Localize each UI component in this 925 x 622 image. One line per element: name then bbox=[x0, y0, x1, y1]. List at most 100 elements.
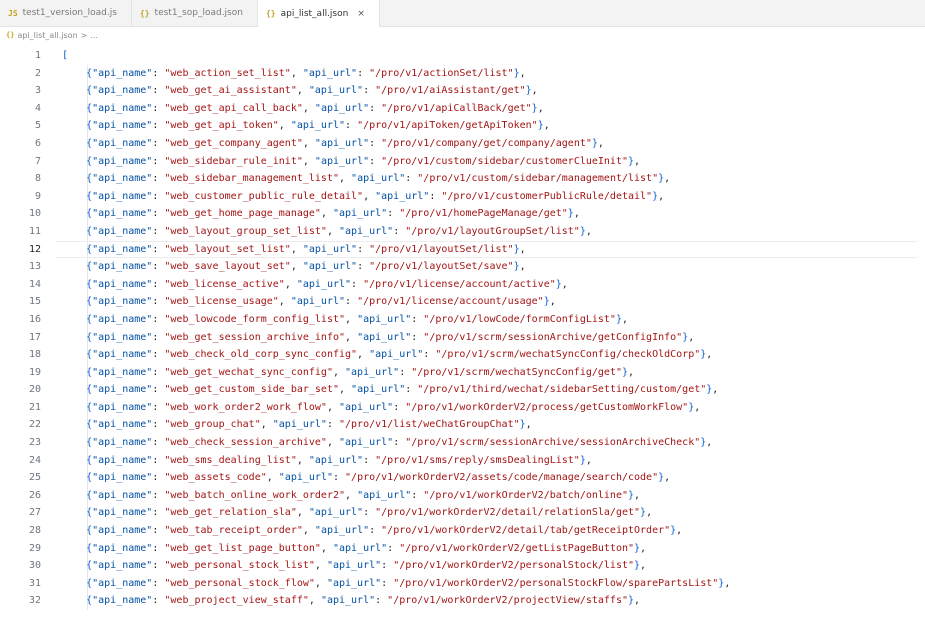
line-number: 13 bbox=[28, 261, 41, 273]
line-content: {"api_name": "web_sidebar_rule_init", "a… bbox=[41, 153, 925, 171]
comma: , bbox=[314, 577, 327, 589]
code-line[interactable]: 7 {"api_name": "web_sidebar_rule_init", … bbox=[0, 153, 925, 171]
code-line[interactable]: 20 {"api_name": "web_get_custom_side_bar… bbox=[0, 381, 925, 399]
colon: : bbox=[152, 137, 165, 149]
api-name-value: "web_license_usage" bbox=[164, 296, 279, 308]
line-number: 28 bbox=[28, 525, 41, 537]
breadcrumb-file[interactable]: api_list_all.json bbox=[17, 31, 77, 40]
line-number: 22 bbox=[28, 419, 41, 431]
api-url-value: "/pro/v1/custom/sidebar/customerClueInit… bbox=[381, 155, 628, 167]
line-content: {"api_name": "web_batch_online_work_orde… bbox=[41, 487, 925, 505]
code-line[interactable]: 8 {"api_name": "web_sidebar_management_l… bbox=[0, 170, 925, 188]
colon: : bbox=[152, 507, 165, 519]
code-line[interactable]: 4 {"api_name": "web_get_api_call_back", … bbox=[0, 100, 925, 118]
line-number: 17 bbox=[28, 331, 41, 343]
colon: : bbox=[152, 243, 165, 255]
colon: : bbox=[152, 85, 165, 97]
colon: : bbox=[152, 472, 165, 484]
code-line[interactable]: 15 {"api_name": "web_license_usage", "ap… bbox=[0, 293, 925, 311]
colon: : bbox=[357, 243, 370, 255]
colon: : bbox=[423, 349, 436, 361]
comma: , bbox=[332, 366, 346, 378]
code-line[interactable]: 31 {"api_name": "web_personal_stock_flow… bbox=[0, 575, 925, 593]
colon: : bbox=[405, 173, 418, 185]
code-line[interactable]: 23 {"api_name": "web_check_session_archi… bbox=[0, 434, 925, 452]
code-line[interactable]: 27 {"api_name": "web_get_relation_sla", … bbox=[0, 504, 925, 522]
code-line[interactable]: 2 {"api_name": "web_action_set_list", "a… bbox=[0, 65, 925, 83]
line-number: 24 bbox=[28, 454, 41, 466]
comma: , bbox=[543, 120, 550, 132]
breadcrumb-ellipsis[interactable]: ... bbox=[90, 31, 98, 40]
colon: : bbox=[369, 102, 382, 114]
code-line[interactable]: 30 {"api_name": "web_personal_stock_list… bbox=[0, 557, 925, 575]
code-line[interactable]: 28 {"api_name": "web_tab_receipt_order",… bbox=[0, 522, 925, 540]
comma: , bbox=[525, 419, 532, 431]
line-content: {"api_name": "web_customer_public_rule_d… bbox=[41, 188, 925, 206]
code-line[interactable]: 13 {"api_name": "web_save_layout_set", "… bbox=[0, 258, 925, 276]
comma: , bbox=[266, 472, 279, 484]
colon: : bbox=[152, 296, 165, 308]
code-line[interactable]: 25 {"api_name": "web_assets_code", "api_… bbox=[0, 469, 925, 487]
tab-label: api_list_all.json bbox=[280, 8, 349, 19]
line-content: {"api_name": "web_layout_group_set_list"… bbox=[41, 223, 925, 241]
json-key: "api_url" bbox=[339, 225, 394, 237]
colon: : bbox=[369, 525, 382, 537]
comma: , bbox=[706, 437, 713, 449]
comma: , bbox=[712, 384, 719, 396]
colon: : bbox=[411, 331, 424, 343]
code-line[interactable]: 19 {"api_name": "web_get_wechat_sync_con… bbox=[0, 364, 925, 382]
close-icon[interactable]: × bbox=[357, 9, 365, 19]
api-name-value: "web_sidebar_rule_init" bbox=[164, 155, 303, 167]
json-key: "api_name" bbox=[92, 261, 153, 273]
code-line[interactable]: 6 {"api_name": "web_get_company_agent", … bbox=[0, 135, 925, 153]
code-line[interactable]: 17 {"api_name": "web_get_session_archive… bbox=[0, 329, 925, 347]
code-line[interactable]: 11 {"api_name": "web_layout_group_set_li… bbox=[0, 223, 925, 241]
json-key: "api_name" bbox=[92, 313, 153, 325]
code-line[interactable]: 10 {"api_name": "web_get_home_page_manag… bbox=[0, 205, 925, 223]
colon: : bbox=[152, 208, 165, 220]
code-line[interactable]: 26 {"api_name": "web_batch_online_work_o… bbox=[0, 487, 925, 505]
json-key: "api_name" bbox=[92, 155, 153, 167]
comma: , bbox=[278, 296, 291, 308]
api-url-value: "/pro/v1/layoutGroupSet/list" bbox=[405, 225, 580, 237]
api-url-value: "/pro/v1/scrm/wechatSyncConfig/get" bbox=[411, 366, 622, 378]
comma: , bbox=[658, 190, 665, 202]
line-number: 8 bbox=[34, 173, 41, 185]
line-number: 6 bbox=[34, 137, 41, 149]
api-url-value: "/pro/v1/scrm/sessionArchive/sessionArch… bbox=[405, 437, 701, 449]
json-key: "api_name" bbox=[92, 577, 153, 589]
vertical-scrollbar[interactable] bbox=[917, 44, 925, 622]
json-key: "api_url" bbox=[332, 542, 388, 554]
code-line[interactable]: 22 {"api_name": "web_group_chat", "api_u… bbox=[0, 416, 925, 434]
code-line[interactable]: 29 {"api_name": "web_get_list_page_butto… bbox=[0, 540, 925, 558]
json-key: "api_name" bbox=[92, 542, 153, 554]
code-line[interactable]: 16 {"api_name": "web_lowcode_form_config… bbox=[0, 311, 925, 329]
code-line[interactable]: 14 {"api_name": "web_license_active", "a… bbox=[0, 276, 925, 294]
code-line[interactable]: 9 {"api_name": "web_customer_public_rule… bbox=[0, 188, 925, 206]
json-key: "api_name" bbox=[92, 190, 153, 202]
code-line[interactable]: 32 {"api_name": "web_project_view_staff"… bbox=[0, 592, 925, 610]
api-url-value: "/pro/v1/apiToken/getApiToken" bbox=[357, 120, 538, 132]
code-line[interactable]: 12 {"api_name": "web_layout_set_list", "… bbox=[0, 240, 925, 259]
code-line[interactable]: 24 {"api_name": "web_sms_dealing_list", … bbox=[0, 452, 925, 470]
api-url-value: "/pro/v1/license/account/active" bbox=[363, 278, 556, 290]
colon: : bbox=[152, 67, 165, 79]
code-line[interactable]: 18 {"api_name": "web_check_old_corp_sync… bbox=[0, 346, 925, 364]
code-line[interactable]: 5 {"api_name": "web_get_api_token", "api… bbox=[0, 117, 925, 135]
code-line[interactable]: 21 {"api_name": "web_work_order2_work_fl… bbox=[0, 399, 925, 417]
json-key: "api_url" bbox=[272, 419, 327, 431]
code-area[interactable]: 1 [ 2 {"api_name": "web_action_set_list"… bbox=[0, 43, 925, 610]
code-line[interactable]: 1 [ bbox=[0, 47, 925, 65]
code-line[interactable]: 3 {"api_name": "web_get_ai_assistant", "… bbox=[0, 82, 925, 100]
json-key: "api_url" bbox=[339, 401, 394, 413]
json-key: "api_name" bbox=[92, 384, 153, 396]
colon: : bbox=[369, 155, 382, 167]
tab-test1-sop-load[interactable]: {} test1_sop_load.json bbox=[132, 0, 258, 26]
line-content: {"api_name": "web_check_session_archive"… bbox=[41, 434, 925, 452]
tab-api-list-all[interactable]: {} api_list_all.json × bbox=[257, 0, 380, 27]
json-key: "api_name" bbox=[92, 419, 153, 431]
tab-test1-version-load[interactable]: JS test1_version_load.js bbox=[0, 0, 132, 26]
json-key: "api_name" bbox=[92, 243, 153, 255]
comma: , bbox=[357, 349, 370, 361]
json-key: "api_url" bbox=[357, 331, 412, 343]
